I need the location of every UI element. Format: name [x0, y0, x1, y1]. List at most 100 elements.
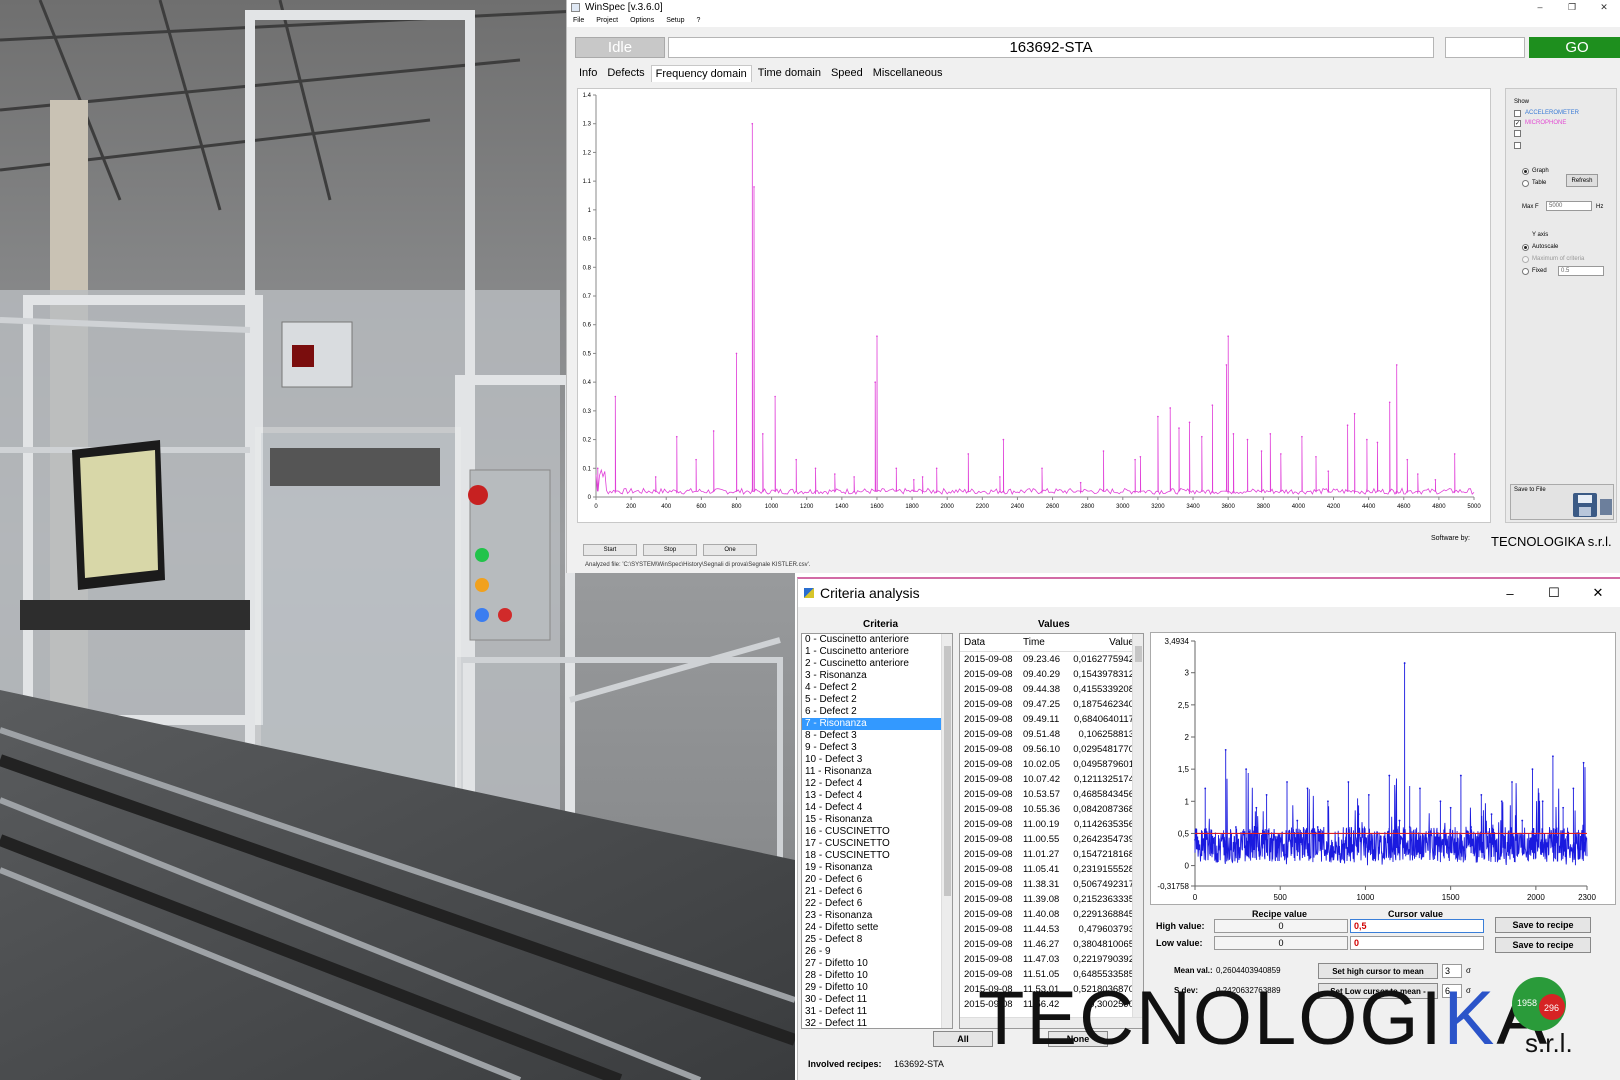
table-row[interactable]: 2015-09-08 11.01.27 0,1547218168: [960, 847, 1143, 862]
criteria-chart[interactable]: 3,4934 3 2,5 2 1,5 1 0,5 0 -0,31758 0 500 1000 1500 2…: [1150, 632, 1616, 905]
table-row[interactable]: 2015-09-08 09.40.29 0,1543978312: [960, 667, 1143, 682]
table-row[interactable]: 2015-09-08 11.44.53 0,479603793: [960, 922, 1143, 937]
criteria-list-item[interactable]: 27 - Difetto 10: [802, 958, 952, 970]
criteria-list-item[interactable]: 30 - Defect 11: [802, 994, 952, 1006]
criteria-list-item[interactable]: 18 - CUSCINETTO: [802, 850, 952, 862]
criteria-list-item[interactable]: 9 - Defect 3: [802, 742, 952, 754]
criteria-list-item[interactable]: 28 - Difetto 10: [802, 970, 952, 982]
criteria-list-item[interactable]: 25 - Defect 8: [802, 934, 952, 946]
table-row[interactable]: 2015-09-08 11.47.03 0,2219790392: [960, 952, 1143, 967]
table-row[interactable]: 2015-09-08 10.53.57 0,4685843456: [960, 787, 1143, 802]
aux-field[interactable]: [1445, 37, 1525, 58]
go-button[interactable]: GO: [1529, 37, 1620, 58]
table-row[interactable]: 2015-09-08 11.46.27 0,3804810065: [960, 937, 1143, 952]
table-row[interactable]: 2015-09-08 09.47.25 0,1875462340: [960, 697, 1143, 712]
refresh-button[interactable]: Refresh: [1566, 174, 1598, 187]
criteria-list-item[interactable]: 1 - Cuscinetto anteriore: [802, 646, 952, 658]
criteria-list-item[interactable]: 2 - Cuscinetto anteriore: [802, 658, 952, 670]
tab-speed[interactable]: Speed: [827, 65, 867, 82]
criteria-scrollbar[interactable]: [941, 634, 952, 1028]
maximum-radio[interactable]: [1522, 256, 1529, 263]
fixed-radio[interactable]: [1522, 268, 1529, 275]
table-row[interactable]: 2015-09-08 09.51.48 0,106258813: [960, 727, 1143, 742]
minimize-icon[interactable]: –: [1488, 586, 1532, 601]
criteria-list-item[interactable]: 13 - Defect 4: [802, 790, 952, 802]
stop-button[interactable]: Stop: [643, 544, 697, 556]
menu-project[interactable]: Project: [596, 17, 618, 24]
criteria-list[interactable]: 0 - Cuscinetto anteriore 1 - Cuscinetto a…: [801, 633, 953, 1029]
save-high-to-recipe-button[interactable]: Save to recipe: [1495, 917, 1591, 933]
menu-options[interactable]: Options: [630, 17, 654, 24]
criteria-list-item[interactable]: 3 - Risonanza: [802, 670, 952, 682]
channel-3-checkbox[interactable]: [1514, 130, 1521, 137]
autoscale-radio[interactable]: [1522, 244, 1529, 251]
criteria-list-item[interactable]: 19 - Risonanza: [802, 862, 952, 874]
column-data[interactable]: Data: [960, 637, 1020, 648]
max-f-input[interactable]: 5000: [1546, 201, 1592, 211]
tab-time-domain[interactable]: Time domain: [754, 65, 825, 82]
criteria-list-item[interactable]: 8 - Defect 3: [802, 730, 952, 742]
table-radio[interactable]: [1522, 180, 1529, 187]
save-to-file-button[interactable]: Save to File: [1510, 484, 1614, 520]
values-scroll-thumb[interactable]: [1135, 646, 1142, 662]
table-row[interactable]: 2015-09-08 10.02.05 0,0495879601: [960, 757, 1143, 772]
criteria-list-item[interactable]: 29 - Difetto 10: [802, 982, 952, 994]
channel-4-checkbox[interactable]: [1514, 142, 1521, 149]
high-cursor-input[interactable]: 0,5: [1350, 919, 1484, 933]
values-scrollbar[interactable]: [1132, 634, 1143, 1019]
criteria-list-item[interactable]: 32 - Defect 11: [802, 1018, 952, 1028]
criteria-list-item[interactable]: 17 - CUSCINETTO: [802, 838, 952, 850]
start-button[interactable]: Start: [583, 544, 637, 556]
criteria-list-item[interactable]: 31 - Defect 11: [802, 1006, 952, 1018]
criteria-list-item[interactable]: 4 - Defect 2: [802, 682, 952, 694]
save-low-to-recipe-button[interactable]: Save to recipe: [1495, 937, 1591, 953]
table-row[interactable]: 2015-09-08 10.07.42 0,1211325174: [960, 772, 1143, 787]
table-row[interactable]: 2015-09-08 09.23.46 0,0162775942: [960, 652, 1143, 667]
values-table[interactable]: Data Time Value 2015-09-08 09.23.46 0,0162…: [959, 633, 1144, 1029]
table-row[interactable]: 2015-09-08 11.00.55 0,2642354739: [960, 832, 1143, 847]
criteria-list-item[interactable]: 21 - Defect 6: [802, 886, 952, 898]
criteria-list-item[interactable]: 22 - Defect 6: [802, 898, 952, 910]
criteria-list-item[interactable]: 15 - Risonanza: [802, 814, 952, 826]
criteria-list-item[interactable]: 0 - Cuscinetto anteriore: [802, 634, 952, 646]
criteria-scroll-thumb[interactable]: [944, 646, 951, 896]
table-row[interactable]: 2015-09-08 10.55.36 0,0842087368: [960, 802, 1143, 817]
tab-defects[interactable]: Defects: [603, 65, 648, 82]
criteria-list-item[interactable]: 11 - Risonanza: [802, 766, 952, 778]
minimize-icon[interactable]: –: [1524, 2, 1556, 13]
column-value[interactable]: Value: [1064, 637, 1134, 648]
close-icon[interactable]: ✕: [1588, 2, 1620, 13]
criteria-list-item[interactable]: 16 - CUSCINETTO: [802, 826, 952, 838]
table-row[interactable]: 2015-09-08 09.44.38 0,4155339208: [960, 682, 1143, 697]
criteria-list-item[interactable]: 26 - 9: [802, 946, 952, 958]
accelerometer-checkbox[interactable]: [1514, 110, 1521, 117]
menu-file[interactable]: File: [573, 17, 584, 24]
table-row[interactable]: 2015-09-08 11.39.08 0,2152363335: [960, 892, 1143, 907]
criteria-list-item[interactable]: 10 - Defect 3: [802, 754, 952, 766]
menu-help[interactable]: ?: [697, 17, 701, 24]
fixed-input[interactable]: 0.5: [1558, 266, 1604, 276]
menu-setup[interactable]: Setup: [666, 17, 684, 24]
table-row[interactable]: 2015-09-08 11.00.19 0,1142635356: [960, 817, 1143, 832]
criteria-list-item[interactable]: 14 - Defect 4: [802, 802, 952, 814]
table-row[interactable]: 2015-09-08 09.49.11 0,6840640117: [960, 712, 1143, 727]
recipe-field[interactable]: 163692-STA: [668, 37, 1434, 58]
low-cursor-input[interactable]: 0: [1350, 936, 1484, 950]
microphone-checkbox[interactable]: ✓: [1514, 120, 1521, 127]
one-button[interactable]: One: [703, 544, 757, 556]
tab-info[interactable]: Info: [575, 65, 601, 82]
table-row[interactable]: 2015-09-08 09.56.10 0,0295481770: [960, 742, 1143, 757]
tab-miscellaneous[interactable]: Miscellaneous: [869, 65, 947, 82]
criteria-list-item[interactable]: 23 - Risonanza: [802, 910, 952, 922]
criteria-list-item[interactable]: 12 - Defect 4: [802, 778, 952, 790]
criteria-list-item[interactable]: 7 - Risonanza: [802, 718, 952, 730]
frequency-chart[interactable]: 0 0.1 0.2 0.3 0.4 0.5 0.6 0.7 0.8 0.9 1 1.1 1.2 1.3 1.…: [577, 88, 1491, 523]
criteria-list-item[interactable]: 6 - Defect 2: [802, 706, 952, 718]
column-time[interactable]: Time: [1020, 637, 1064, 648]
restore-icon[interactable]: ❐: [1556, 2, 1588, 13]
close-icon[interactable]: ✕: [1576, 585, 1620, 601]
graph-radio[interactable]: [1522, 168, 1529, 175]
tab-frequency-domain[interactable]: Frequency domain: [650, 65, 752, 82]
table-row[interactable]: 2015-09-08 11.40.08 0,2291368845: [960, 907, 1143, 922]
maximize-icon[interactable]: ☐: [1532, 585, 1576, 601]
